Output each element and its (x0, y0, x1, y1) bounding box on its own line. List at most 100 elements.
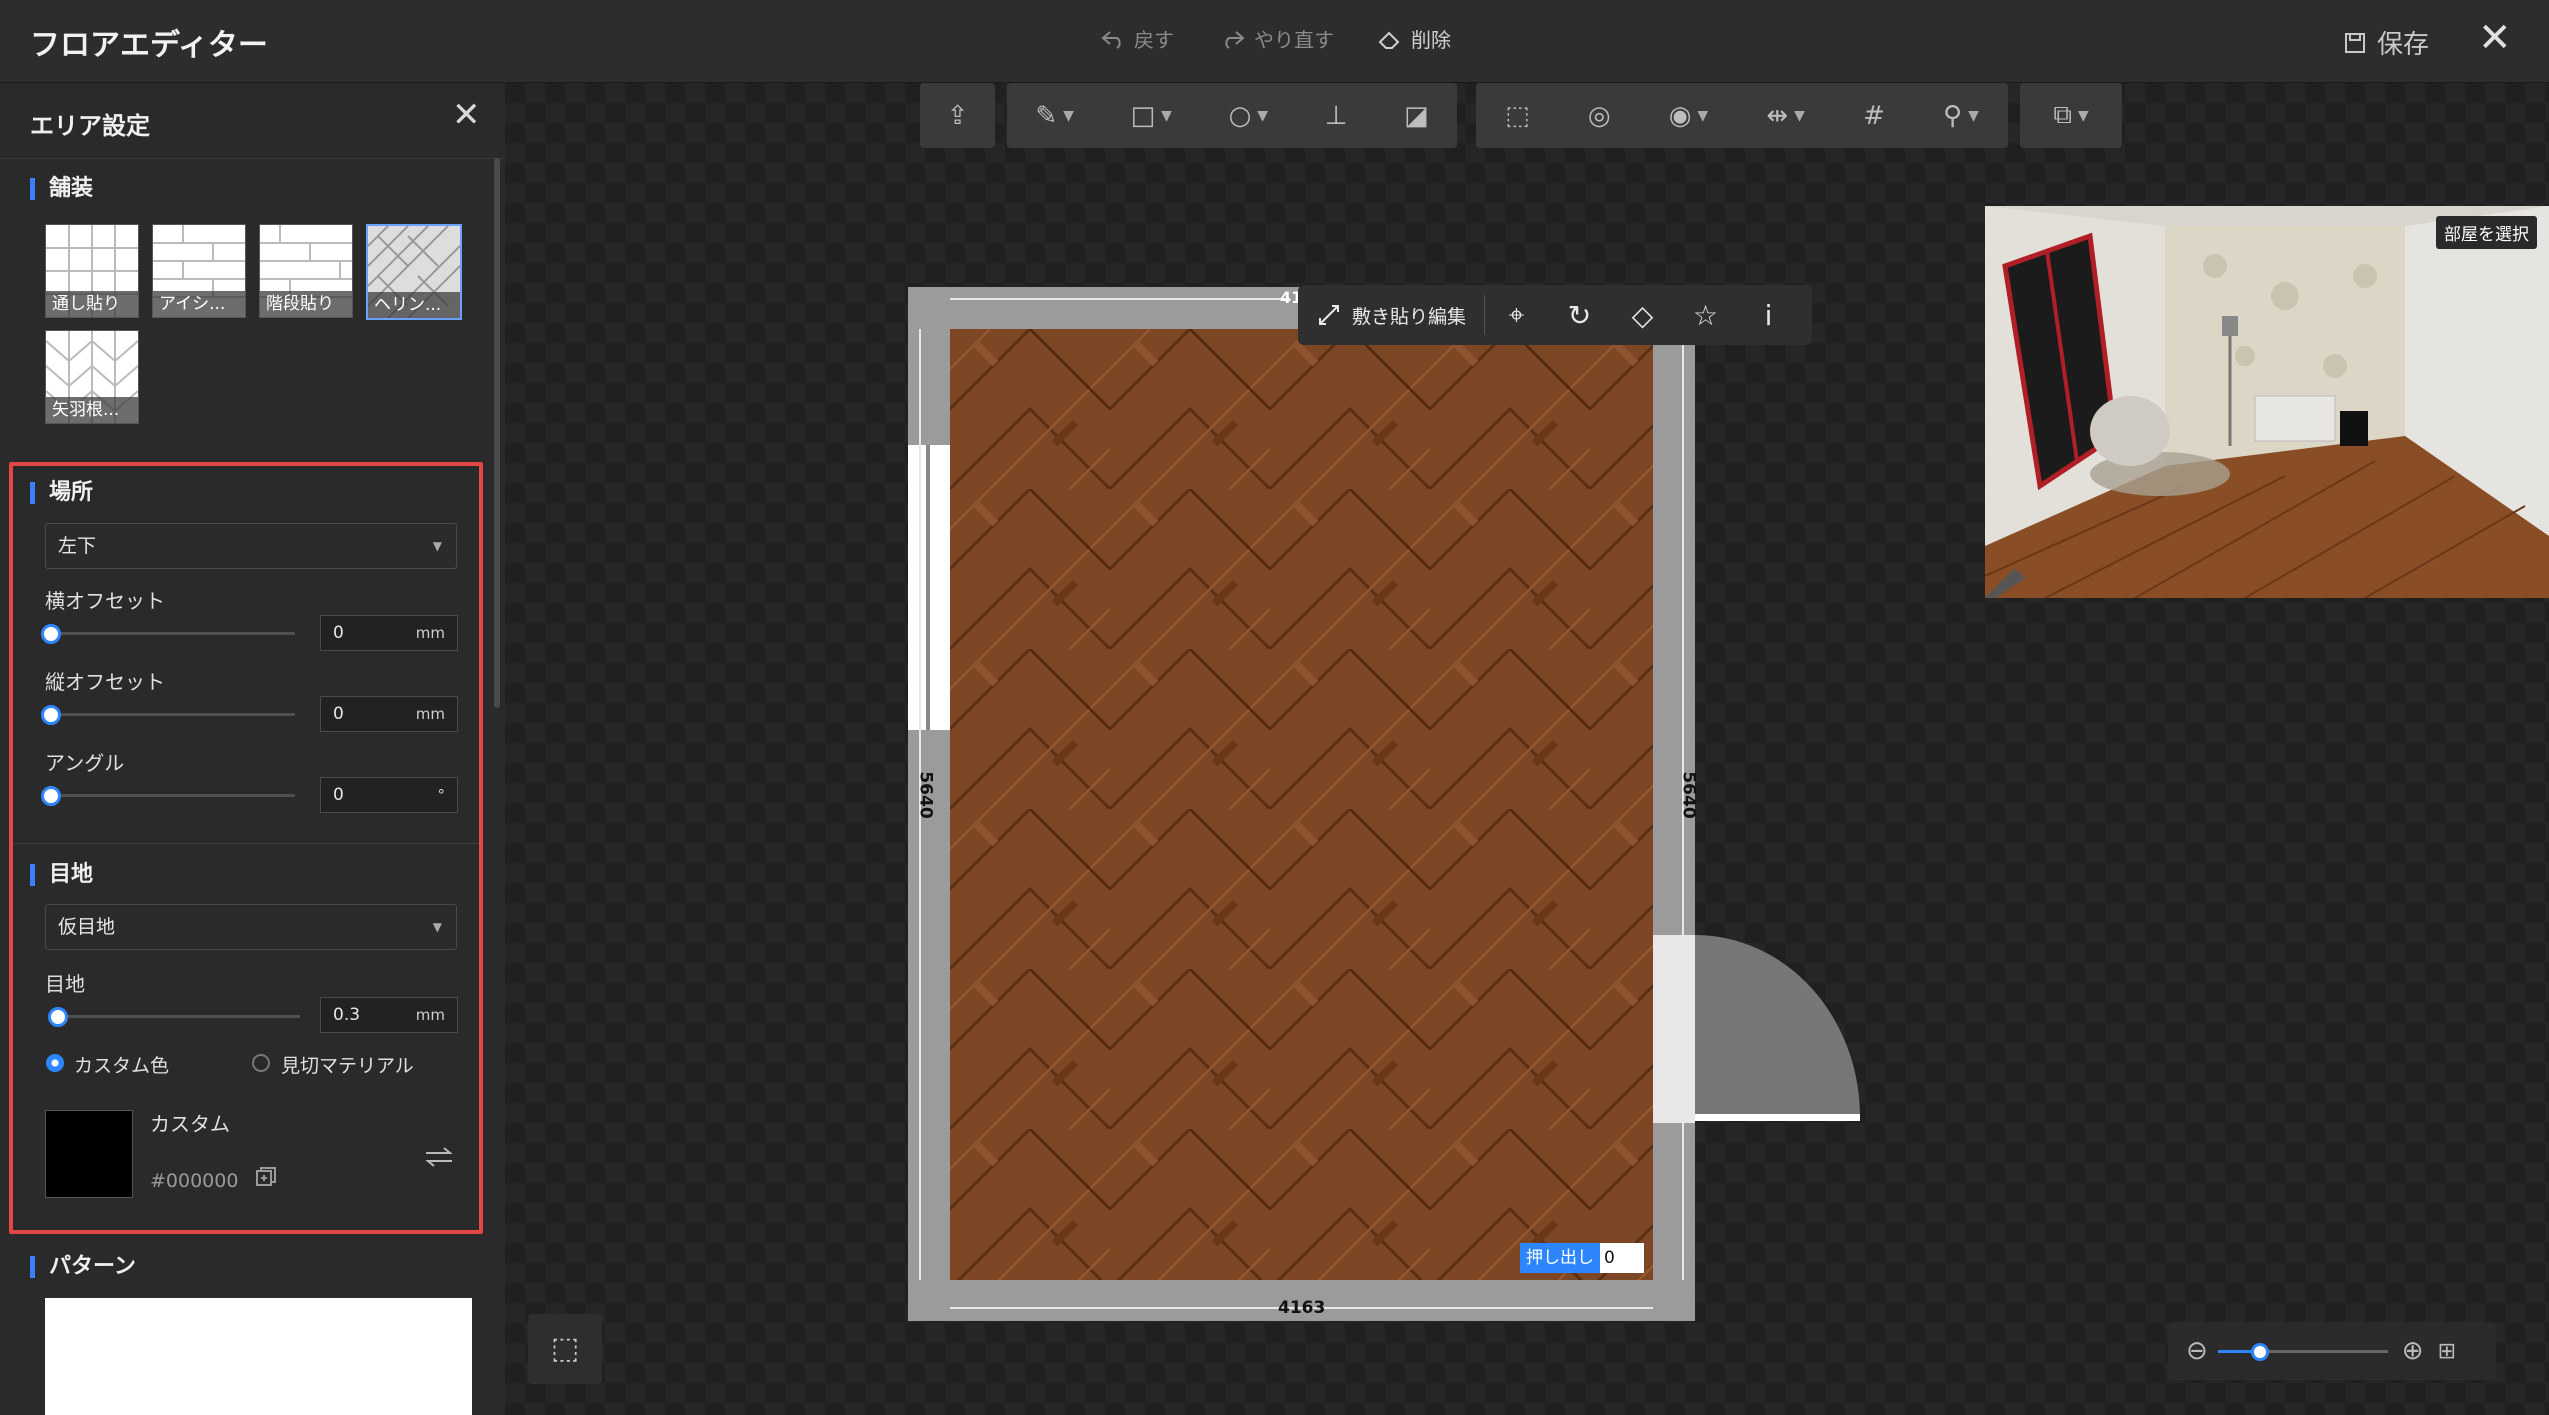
radio-custom-color[interactable] (46, 1054, 64, 1072)
floor-pattern (950, 329, 1653, 1280)
draw-path-icon[interactable]: ✎ ▼ (1035, 101, 1074, 131)
swatch-herringbone[interactable]: ヘリン... (366, 224, 462, 320)
joint-width-slider[interactable] (50, 1015, 300, 1018)
crosshair-icon[interactable]: ⌖ (1485, 298, 1548, 332)
joint-width-value: 0.3 (333, 1005, 361, 1025)
lasso-icon[interactable]: ◎ (1588, 101, 1611, 131)
joint-width-label: 目地 (45, 972, 85, 996)
angle-input[interactable]: 0 ° (320, 777, 458, 813)
panel-title: エリア設定 (30, 112, 150, 140)
copy-icon[interactable] (255, 1166, 277, 1192)
extrude-value[interactable]: 0 (1600, 1243, 1644, 1273)
room-3d-preview[interactable] (1985, 206, 2549, 598)
h-offset-label: 横オフセット (45, 589, 165, 613)
zoom-out-icon[interactable]: ⊖ (2186, 1336, 2208, 1366)
swatch-ashlar[interactable]: アイシ... (152, 224, 246, 318)
redo-icon (1225, 30, 1245, 49)
info-icon[interactable]: ⅰ (1737, 299, 1800, 332)
undo-button[interactable]: 戻す (1100, 24, 1174, 53)
redo-button[interactable]: やり直す (1220, 24, 1334, 53)
joint-color-hex: #000000 (150, 1170, 239, 1192)
zoom-slider[interactable] (2217, 1342, 2388, 1361)
delete-label: 削除 (1411, 28, 1451, 52)
swap-icon[interactable] (424, 1144, 454, 1174)
anchor-select[interactable]: 左下 ▼ (45, 523, 457, 569)
v-offset-unit: mm (415, 705, 445, 723)
import-icon[interactable]: ⇪ (947, 101, 969, 131)
select-room-button[interactable]: 部屋を選択 (2436, 216, 2537, 249)
h-offset-slider-knob[interactable] (41, 624, 61, 644)
pattern-section-title: パターン (30, 1256, 136, 1278)
right-dimension-label: 5640 (1678, 771, 1699, 819)
pattern-preview[interactable] (45, 1298, 472, 1415)
h-offset-slider[interactable] (45, 632, 295, 635)
fit-screen-icon[interactable]: ⊞ (2438, 1339, 2456, 1364)
eraser-icon (1378, 31, 1400, 49)
joint-color-swatch[interactable] (45, 1110, 133, 1198)
extrude-control[interactable]: 押し出し 0 (1520, 1243, 1644, 1273)
angle-slider-knob[interactable] (41, 786, 61, 806)
angle-value: 0 (333, 785, 344, 805)
zoom-control: ⊖ ⊕ ⊞ (2168, 1322, 2496, 1380)
angle-slider[interactable] (45, 794, 295, 797)
h-offset-input[interactable]: 0 mm (320, 615, 458, 651)
radio-trim-material-label: 見切マテリアル (281, 1055, 414, 1077)
zoom-in-icon[interactable]: ⊕ (2402, 1336, 2424, 1366)
joint-type-select[interactable]: 仮目地 ▼ (45, 904, 457, 950)
close-editor-icon[interactable]: ✕ (2478, 18, 2512, 58)
tiling-edit-button[interactable]: 敷き貼り編集 (1298, 302, 1484, 329)
panel-close-icon[interactable]: ✕ (452, 98, 481, 132)
swatch-label: ヘリン... (368, 292, 460, 318)
swatch-chevron[interactable]: 矢羽根... (45, 330, 139, 424)
layers-icon[interactable]: ⧉ ▼ (2053, 100, 2088, 131)
anchor-select-value: 左下 (58, 535, 97, 557)
view-3d-toggle-icon[interactable]: ⬚ (528, 1314, 602, 1384)
h-offset-unit: mm (415, 624, 445, 642)
joint-section-title: 目地 (30, 864, 93, 886)
delete-button[interactable]: 削除 (1377, 24, 1451, 53)
frame-icon[interactable]: ⬚ (1505, 101, 1530, 131)
rotate-icon[interactable]: ↻ (1548, 299, 1611, 332)
swatch-label: 階段貼り (260, 291, 352, 317)
shape-edit-icon[interactable]: ◪ (1404, 101, 1429, 131)
h-offset-value: 0 (333, 623, 344, 643)
rectangle-icon[interactable]: □ ▼ (1131, 101, 1172, 131)
radio-trim-material[interactable] (252, 1054, 270, 1072)
star-icon[interactable]: ☆ (1674, 299, 1737, 332)
panel-scrollbar[interactable] (494, 158, 500, 708)
eraser-icon[interactable]: ◇ (1611, 299, 1674, 332)
tiling-edit-icon (1319, 305, 1339, 325)
toolgroup-view: ⬚ ◎ ◉ ▼ ⇹ ▼ # ⚲ ▼ (1476, 83, 2008, 148)
joint-width-slider-knob[interactable] (48, 1007, 68, 1027)
circle-icon[interactable]: ○ ▼ (1229, 101, 1268, 131)
align-icon[interactable]: ⇹ ▼ (1766, 101, 1805, 131)
v-offset-slider-knob[interactable] (41, 705, 61, 725)
measure-icon[interactable]: ⊥ (1325, 101, 1348, 131)
swatch-label: 矢羽根... (46, 397, 138, 423)
toolgroup-layers: ⧉ ▼ (2020, 83, 2122, 148)
v-offset-input[interactable]: 0 mm (320, 696, 458, 732)
zoom-slider-knob[interactable] (2251, 1342, 2270, 1361)
swatch-stair[interactable]: 階段貼り (259, 224, 353, 318)
save-icon (2345, 32, 2365, 53)
magnet-icon[interactable]: ⚲ ▼ (1943, 101, 1979, 131)
save-button[interactable]: 保存 (2343, 24, 2429, 61)
window-left-frame (926, 445, 930, 730)
grid-icon[interactable]: # (1863, 101, 1885, 131)
room-preview-image (1985, 206, 2549, 598)
herringbone-floor[interactable] (950, 329, 1653, 1280)
door-opening[interactable] (1653, 935, 1695, 1123)
joint-width-input[interactable]: 0.3 mm (320, 997, 458, 1033)
v-offset-slider[interactable] (45, 713, 295, 716)
location-section-title: 場所 (30, 482, 93, 504)
extrude-label: 押し出し (1520, 1243, 1600, 1273)
eye-icon[interactable]: ◉ ▼ (1669, 101, 1708, 131)
floor-edit-toolbar: 敷き貼り編集 ⌖ ↻ ◇ ☆ ⅰ (1298, 285, 1812, 345)
undo-icon (1101, 30, 1121, 49)
joint-width-unit: mm (415, 1006, 445, 1024)
swatch-straight[interactable]: 通し貼り (45, 224, 139, 318)
radio-custom-color-label: カスタム色 (74, 1055, 170, 1077)
angle-label: アングル (45, 751, 125, 775)
door-swing[interactable] (1695, 935, 1865, 1125)
joint-type-value: 仮目地 (58, 916, 116, 938)
